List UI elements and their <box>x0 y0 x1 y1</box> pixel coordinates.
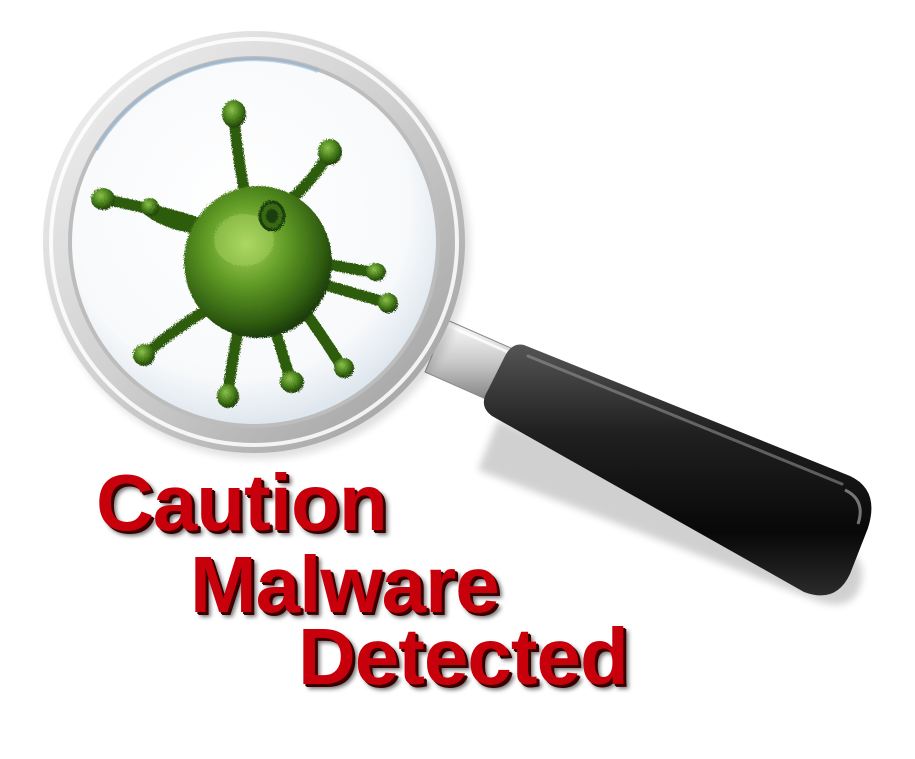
detected-text: Detected <box>298 612 629 701</box>
caution-text: Caution <box>96 458 388 547</box>
